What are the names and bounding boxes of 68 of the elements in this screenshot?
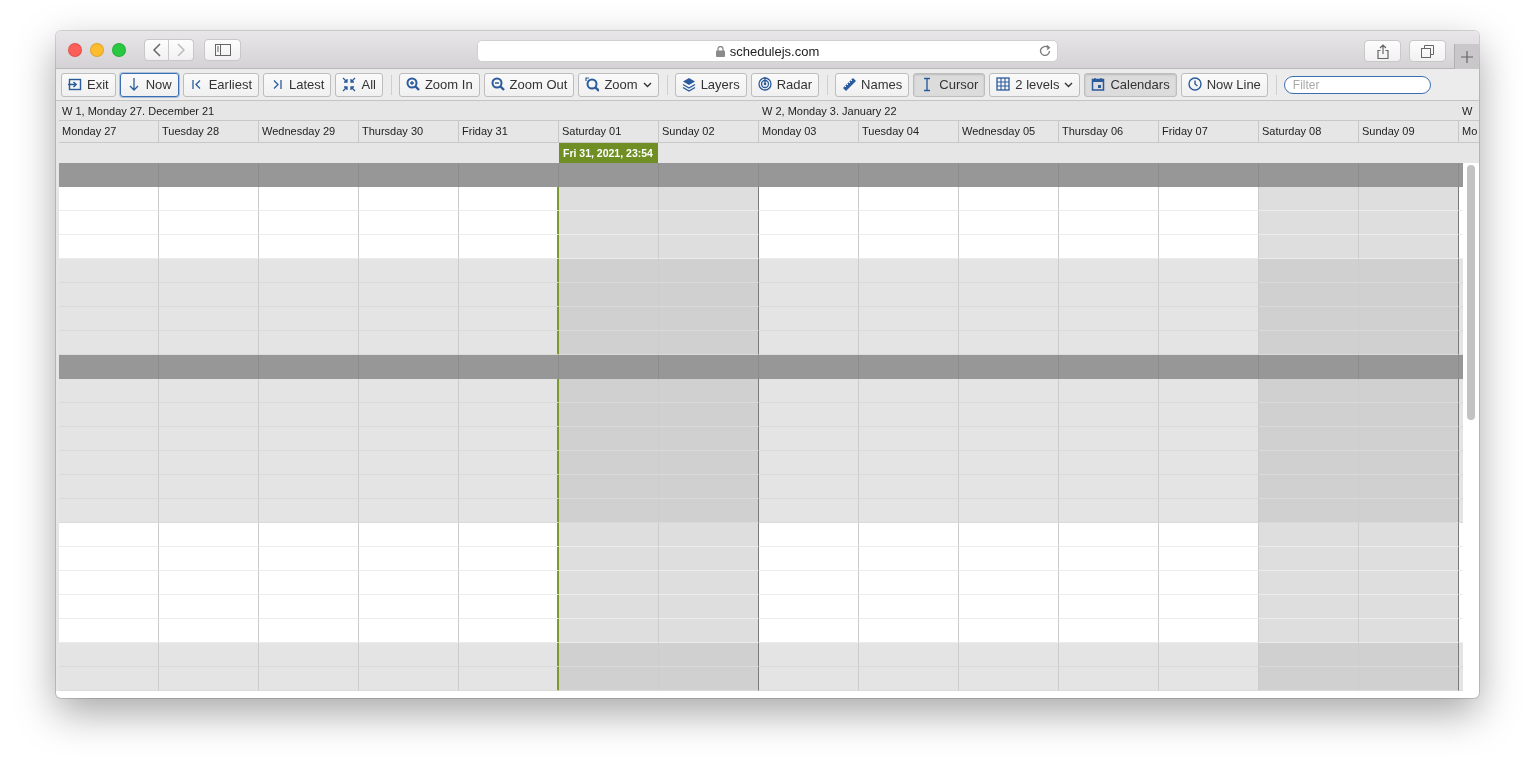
exit-icon <box>68 77 82 92</box>
toolbar-button[interactable]: Latest <box>263 72 332 97</box>
plus-icon <box>1461 50 1473 63</box>
reload-icon[interactable] <box>1038 44 1052 58</box>
url-text: schedulejs.com <box>729 43 820 59</box>
dropdown-button[interactable]: 2 levels <box>989 72 1081 97</box>
day-header: Monday 27 <box>59 121 159 142</box>
toolbar-button[interactable]: Layers <box>674 72 747 97</box>
layers-icon <box>681 77 696 92</box>
share-button[interactable] <box>1364 40 1401 62</box>
toolbar-button[interactable]: Cursor <box>913 72 986 97</box>
toolbar-button[interactable]: Zoom Out <box>483 72 575 97</box>
ruler-icon <box>842 77 857 92</box>
zoom-button[interactable] <box>112 42 126 57</box>
close-button[interactable] <box>68 42 82 57</box>
back-chevron-icon <box>152 42 161 57</box>
chevron-down-icon <box>642 81 652 88</box>
new-tab-button[interactable] <box>1454 44 1479 69</box>
toolbar-button[interactable]: Now <box>119 72 179 97</box>
overlapping-squares-icon <box>1421 44 1434 58</box>
zoom-in-icon <box>405 77 420 92</box>
toolbar-button[interactable]: Now Line <box>1180 72 1268 97</box>
radar-icon <box>757 77 772 92</box>
toolbar-button[interactable]: Radar <box>750 72 820 97</box>
now-marker-label: Fri 31, 2021, 23:54 <box>559 143 658 163</box>
toolbar-button[interactable]: Earliest <box>182 72 260 97</box>
day-header: Saturday 08 <box>1259 121 1359 142</box>
calendar-icon <box>1091 77 1106 92</box>
grid-icon <box>996 77 1011 92</box>
week-header: W 1, Monday 27. December 21 <box>61 104 216 119</box>
day-header: Tuesday 04 <box>859 121 959 142</box>
day-header: Sunday 09 <box>1359 121 1459 142</box>
scrollbar[interactable] <box>1467 165 1475 420</box>
sidebar-button[interactable] <box>204 38 241 61</box>
lock-icon <box>715 45 725 57</box>
toolbar-button[interactable]: All <box>335 72 383 97</box>
day-header: Friday 31 <box>459 121 559 142</box>
zoom-out-icon <box>490 77 505 92</box>
day-header: Tuesday 28 <box>159 121 259 142</box>
day-header: Thursday 06 <box>1059 121 1159 142</box>
collapse-arrows-icon <box>342 77 357 92</box>
filter-field[interactable]: Filter <box>1283 75 1431 94</box>
address-field[interactable]: schedulejs.com <box>477 40 1058 62</box>
toolbar-button[interactable]: Names <box>835 72 910 97</box>
minimize-button[interactable] <box>90 42 104 57</box>
week-header: W <box>1461 104 1474 119</box>
day-header: Wednesday 05 <box>959 121 1059 142</box>
share-icon <box>1376 43 1389 59</box>
zoom-icon <box>585 77 600 92</box>
toolbar-button[interactable]: Calendars <box>1084 72 1177 97</box>
toolbar-button[interactable]: Zoom In <box>398 72 480 97</box>
day-header: Saturday 01 <box>559 121 659 142</box>
week-header: W 2, Monday 3. January 22 <box>761 104 898 119</box>
day-header: Wednesday 29 <box>259 121 359 142</box>
clock-icon <box>1187 77 1202 92</box>
day-header: Mo <box>1461 124 1479 139</box>
toolbar-button[interactable]: Exit <box>61 72 116 97</box>
tabs-button[interactable] <box>1409 40 1446 62</box>
dropdown-button[interactable]: Zoom <box>578 72 659 97</box>
day-header: Thursday 30 <box>359 121 459 142</box>
day-header: Friday 07 <box>1159 121 1259 142</box>
back-button[interactable] <box>144 38 169 61</box>
chevron-down-icon <box>1064 81 1074 88</box>
forward-button[interactable] <box>169 38 194 61</box>
day-header: Sunday 02 <box>659 121 759 142</box>
forward-chevron-icon <box>177 42 185 57</box>
sidebar-icon <box>214 43 231 56</box>
day-header: Monday 03 <box>759 121 859 142</box>
